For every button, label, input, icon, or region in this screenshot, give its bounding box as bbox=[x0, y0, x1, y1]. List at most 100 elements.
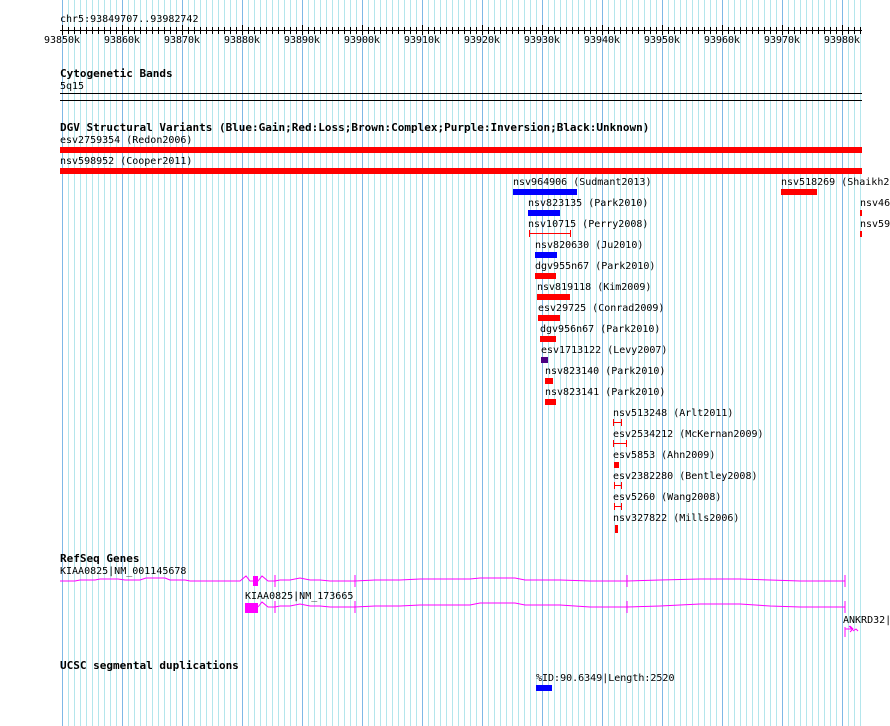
ruler-tick-label: 93890k bbox=[283, 35, 321, 46]
ruler-tick bbox=[272, 27, 273, 34]
cytoband-label: 5q15 bbox=[60, 81, 85, 92]
dgv-feature-bar[interactable] bbox=[541, 357, 548, 363]
ruler-tick bbox=[662, 25, 663, 35]
dgv-feature-label[interactable]: nsv823135 (Park2010) bbox=[528, 198, 648, 209]
ruler-tick bbox=[794, 27, 795, 34]
dgv-feature-bar[interactable] bbox=[545, 399, 556, 405]
dgv-feature-label[interactable]: esv2382280 (Bentley2008) bbox=[613, 471, 758, 482]
dgv-feature-label[interactable]: nsv10715 (Perry2008) bbox=[528, 219, 648, 230]
dgv-feature-bar[interactable] bbox=[860, 231, 862, 237]
ruler-tick bbox=[728, 27, 729, 34]
dgv-feature-label[interactable]: nsv513248 (Arlt2011) bbox=[613, 408, 733, 419]
dgv-feature-label[interactable]: esv5853 (Ahn2009) bbox=[613, 450, 715, 461]
segdup-bar[interactable] bbox=[536, 685, 552, 691]
ruler-tick bbox=[230, 27, 231, 34]
ruler-tick bbox=[578, 27, 579, 34]
dgv-feature-bar[interactable] bbox=[613, 440, 627, 447]
ruler-tick bbox=[140, 27, 141, 34]
ruler-tick bbox=[350, 27, 351, 34]
ruler-tick bbox=[458, 27, 459, 34]
dgv-feature-bar[interactable] bbox=[60, 147, 862, 153]
ruler-tick bbox=[620, 27, 621, 34]
ruler-tick bbox=[860, 27, 861, 34]
dgv-feature-bar[interactable] bbox=[614, 462, 619, 468]
dgv-feature-bar[interactable] bbox=[781, 189, 817, 195]
ruler-tick bbox=[422, 25, 423, 35]
dgv-feature-bar[interactable] bbox=[613, 419, 622, 426]
ruler-tick bbox=[338, 27, 339, 34]
ruler-tick bbox=[362, 25, 363, 35]
dgv-feature-bar[interactable] bbox=[529, 230, 571, 237]
dgv-feature-label[interactable]: nsv820630 (Ju2010) bbox=[535, 240, 643, 251]
gene-label[interactable]: KIAA0825|NM_173665 bbox=[245, 591, 353, 602]
dgv-feature-bar[interactable] bbox=[535, 252, 557, 258]
dgv-feature-bar[interactable] bbox=[537, 294, 570, 300]
ruler-tick-label: 93860k bbox=[103, 35, 141, 46]
dgv-feature-label[interactable]: dgv956n67 (Park2010) bbox=[540, 324, 660, 335]
region-label: chr5:93849707..93982742 bbox=[60, 14, 199, 25]
cytoband-track-title[interactable]: Cytogenetic Bands bbox=[60, 68, 173, 80]
cytoband-line-bottom bbox=[60, 100, 862, 101]
segdup-track-title[interactable]: UCSC segmental duplications bbox=[60, 660, 239, 672]
ruler-tick bbox=[404, 27, 405, 34]
ruler-tick bbox=[266, 27, 267, 34]
ruler-tick bbox=[344, 27, 345, 34]
ruler-tick bbox=[326, 27, 327, 34]
dgv-feature-bar[interactable] bbox=[528, 210, 560, 216]
refseq-track-title[interactable]: RefSeq Genes bbox=[60, 553, 139, 565]
dgv-feature-label[interactable]: nsv823141 (Park2010) bbox=[545, 387, 665, 398]
dgv-feature-label[interactable]: esv2759354 (Redon2006) bbox=[60, 135, 192, 146]
dgv-feature-label[interactable]: nsv819118 (Kim2009) bbox=[537, 282, 651, 293]
ruler-tick bbox=[110, 27, 111, 34]
ruler-tick bbox=[464, 27, 465, 34]
ruler-tick bbox=[152, 27, 153, 34]
dgv-feature-bar[interactable] bbox=[545, 378, 553, 384]
dgv-track-title[interactable]: DGV Structural Variants (Blue:Gain;Red:L… bbox=[60, 122, 649, 134]
ruler-tick bbox=[182, 25, 183, 35]
ruler-tick bbox=[722, 25, 723, 35]
dgv-feature-bar[interactable] bbox=[60, 168, 862, 174]
dgv-feature-label[interactable]: esv2534212 (McKernan2009) bbox=[613, 429, 764, 440]
dgv-feature-label[interactable]: nsv46 bbox=[860, 198, 890, 209]
gene-model-nm173665 bbox=[257, 601, 845, 608]
ruler-tick bbox=[68, 27, 69, 34]
dgv-feature-label[interactable]: nsv327822 (Mills2006) bbox=[613, 513, 739, 524]
ruler-tick bbox=[98, 27, 99, 34]
dgv-feature-bar[interactable] bbox=[615, 525, 618, 533]
dgv-feature-label[interactable]: esv5260 (Wang2008) bbox=[613, 492, 721, 503]
dgv-feature-label[interactable]: esv29725 (Conrad2009) bbox=[538, 303, 664, 314]
ruler-tick bbox=[470, 27, 471, 34]
ruler-tick-label: 93880k bbox=[223, 35, 261, 46]
ruler-tick bbox=[176, 27, 177, 34]
dgv-feature-label[interactable]: dgv955n67 (Park2010) bbox=[535, 261, 655, 272]
dgv-feature-label[interactable]: nsv598952 (Cooper2011) bbox=[60, 156, 192, 167]
ruler-tick bbox=[668, 27, 669, 34]
ruler-tick-label: 93850k bbox=[43, 35, 81, 46]
segdup-label[interactable]: %ID:90.6349|Length:2520 bbox=[536, 673, 674, 684]
dgv-feature-bar[interactable] bbox=[614, 503, 622, 510]
dgv-feature-label[interactable]: esv1713122 (Levy2007) bbox=[541, 345, 667, 356]
dgv-feature-bar[interactable] bbox=[513, 189, 577, 195]
ruler-tick bbox=[218, 27, 219, 34]
ruler-tick bbox=[524, 27, 525, 34]
ruler-tick bbox=[836, 27, 837, 34]
dgv-feature-bar[interactable] bbox=[614, 482, 622, 489]
ruler-tick bbox=[278, 27, 279, 34]
ruler-tick bbox=[614, 27, 615, 34]
ruler-tick bbox=[506, 27, 507, 34]
dgv-feature-bar[interactable] bbox=[860, 210, 862, 216]
gene-models[interactable] bbox=[0, 570, 890, 640]
ruler-tick bbox=[704, 27, 705, 34]
dgv-feature-label[interactable]: nsv518269 (Shaikh20 bbox=[781, 177, 890, 188]
dgv-feature-bar[interactable] bbox=[538, 315, 560, 321]
dgv-feature-label[interactable]: nsv823140 (Park2010) bbox=[545, 366, 665, 377]
ruler-tick bbox=[770, 27, 771, 34]
ruler-tick bbox=[302, 25, 303, 35]
dgv-feature-label[interactable]: nsv59 bbox=[860, 219, 890, 230]
ruler-tick bbox=[158, 27, 159, 34]
dgv-feature-bar[interactable] bbox=[535, 273, 556, 279]
dgv-feature-label[interactable]: nsv964906 (Sudmant2013) bbox=[513, 177, 651, 188]
ruler-tick-label: 93980k bbox=[823, 35, 861, 46]
gene-label[interactable]: ANKRD32| bbox=[843, 615, 890, 626]
dgv-feature-bar[interactable] bbox=[540, 336, 556, 342]
